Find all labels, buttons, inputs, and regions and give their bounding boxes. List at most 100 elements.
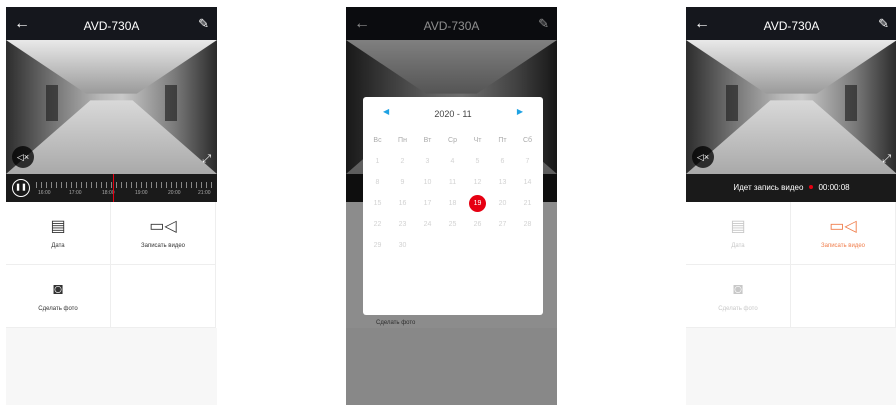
calendar-day[interactable]: 11 [440,172,465,193]
video-feed[interactable]: ◁× ⤢ [686,40,896,174]
video-elevator-door [845,85,857,121]
video-camera-icon: ▭◁ [149,218,177,235]
calendar-grid: Вс Пн Вт Ср Чт Пт Сб 1 2 3 4 5 6 7 8 9 10 11 12 13 14 15 16 17 1… [363,130,543,256]
calendar-day[interactable]: 1 [365,151,390,172]
take-photo-button[interactable]: ◙ Сделать фото [686,265,791,328]
video-floor [6,100,217,174]
record-video-label: Записать видео [820,243,866,249]
calendar-day[interactable]: 12 [465,172,490,193]
calendar-day[interactable]: 25 [440,214,465,235]
timeline-label: 19:00 [135,190,148,196]
calendar-day[interactable]: 24 [415,214,440,235]
speaker-muted-icon[interactable]: ◁× [12,146,34,168]
video-floor [686,100,896,174]
calendar-week-row: 29 30 [363,235,543,256]
calendar-day[interactable]: 21 [515,193,540,214]
timeline-label: 21:00 [198,190,211,196]
video-elevator-door [165,85,177,121]
calendar-day[interactable]: 29 [365,235,390,256]
calendar-weekday: Вт [423,137,432,144]
timeline-label: 17:00 [69,190,82,196]
calendar-day[interactable]: 2 [390,151,415,172]
device-title: AVD-730A [763,19,820,33]
calendar-day[interactable]: 10 [415,172,440,193]
video-elevator-door [46,85,58,121]
calendar-day[interactable]: 17 [415,193,440,214]
calendar-day[interactable]: 7 [515,151,540,172]
record-video-button[interactable]: ▭◁ Записать видео [791,202,896,265]
timeline-bar[interactable]: ❚❚ 16:00 17:00 18:00 19:00 20:00 21:00 [6,174,217,202]
date-button[interactable]: ▤ Дата [6,202,111,265]
recording-time: 00:00:08 [818,183,850,192]
calendar-icon: ▤ [50,218,66,235]
calendar-week-row: 15 16 17 18 19 20 21 [363,193,543,214]
expand-icon[interactable]: ⤢ [882,153,891,166]
calendar-day[interactable]: 20 [490,193,515,214]
calendar-day[interactable]: 14 [515,172,540,193]
video-ceiling [686,40,896,94]
empty-cell [791,265,896,328]
calendar-week-row: 1234567 [363,151,543,172]
screen-recording: ← AVD-730A ✎ ◁× ⤢ Идет запись видео 00:00… [686,7,896,405]
timeline-ticks [36,182,213,188]
speaker-muted-icon[interactable]: ◁× [692,146,714,168]
screen-live-view: ← AVD-730A ✎ ◁× ⤢ ❚❚ 16:00 17:00 18:00 1… [6,7,217,405]
recording-dot-icon [809,185,814,190]
chevron-right-icon[interactable]: ▶ [517,107,523,116]
calendar-day[interactable]: 22 [365,214,390,235]
timeline-label: 20:00 [168,190,181,196]
calendar-weekday: Пт [498,137,507,144]
calendar-weekday: Пн [398,137,407,144]
take-photo-button[interactable]: ◙ Сделать фото [6,265,111,328]
record-video-label: Записать видео [140,243,186,249]
video-ceiling [6,40,217,94]
calendar-day[interactable]: 15 [365,193,390,214]
calendar-popup: ◀ 2020 - 11 ▶ Вс Пн Вт Ср Чт Пт Сб 1 2 3 4 5 6 7 8 9 10 1… [363,97,543,315]
calendar-day[interactable]: 30 [390,235,415,256]
camera-icon: ◙ [733,281,743,298]
expand-icon[interactable]: ⤢ [202,153,211,166]
calendar-day[interactable]: 3 [415,151,440,172]
take-photo-label: Сделать фото [718,306,758,312]
date-label: Дата [731,243,745,249]
recording-status-bar: Идет запись видео 00:00:08 [686,174,896,202]
calendar-week-row: 22 23 24 25 26 27 28 [363,214,543,235]
timeline-playhead[interactable] [113,174,114,202]
calendar-day[interactable]: 26 [465,214,490,235]
action-grid: ▤ Дата ▭◁ Записать видео ◙ Сделать фото [686,202,896,328]
timeline-label: 16:00 [38,190,51,196]
date-button[interactable]: ▤ Дата [686,202,791,265]
action-grid: ▤ Дата ▭◁ Записать видео ◙ Сделать фото [6,202,217,328]
device-title: AVD-730A [83,19,140,33]
recording-text: Идет запись видео [733,183,804,192]
calendar-weekday: Ср [448,137,457,144]
calendar-weekday: Чт [473,137,482,144]
calendar-day[interactable]: 5 [465,151,490,172]
edit-pencil-icon[interactable]: ✎ [198,15,209,33]
calendar-weekday-row: Вс Пн Вт Ср Чт Пт Сб [363,130,543,151]
pause-icon[interactable]: ❚❚ [12,179,30,197]
calendar-day[interactable]: 19 [465,193,490,214]
calendar-day[interactable]: 16 [390,193,415,214]
calendar-day[interactable]: 4 [440,151,465,172]
calendar-day[interactable]: 27 [490,214,515,235]
date-label: Дата [51,243,65,249]
calendar-icon: ▤ [730,218,746,235]
video-camera-icon: ▭◁ [829,218,857,235]
camera-icon: ◙ [53,281,63,298]
calendar-day[interactable]: 18 [440,193,465,214]
take-photo-label: Сделать фото [38,306,78,312]
calendar-weekday: Вс [373,137,382,144]
record-video-button[interactable]: ▭◁ Записать видео [111,202,216,265]
edit-pencil-icon[interactable]: ✎ [878,15,889,33]
calendar-day[interactable]: 8 [365,172,390,193]
empty-cell [111,265,216,328]
calendar-day[interactable]: 28 [515,214,540,235]
calendar-day[interactable]: 6 [490,151,515,172]
calendar-weekday: Сб [522,137,533,144]
calendar-day[interactable]: 13 [490,172,515,193]
video-feed[interactable]: ◁× ⤢ [6,40,217,174]
screen-calendar: ← AVD-730A ✎ Сделать фото ◀ 2020 - 11 ▶ … [346,7,557,405]
calendar-day[interactable]: 23 [390,214,415,235]
calendar-day[interactable]: 9 [390,172,415,193]
